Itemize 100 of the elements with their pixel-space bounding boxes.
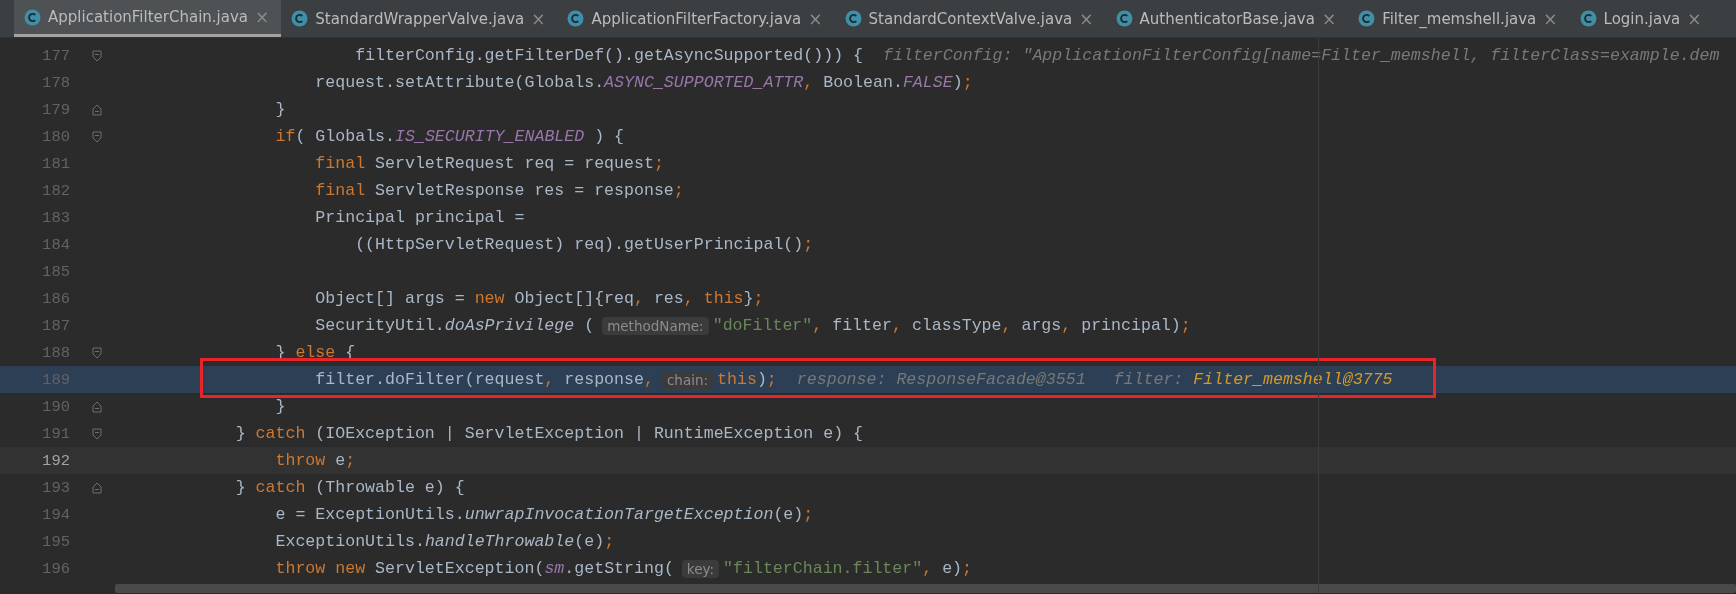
code-token: Object[]{req (513, 289, 634, 308)
scrollbar[interactable] (115, 584, 1736, 593)
code-token: classType (910, 316, 1002, 335)
code-token: ExceptionUtils. (274, 532, 425, 551)
line-number: 193 (41, 478, 70, 497)
line-number: 190 (41, 397, 70, 416)
fold-icon[interactable] (92, 400, 102, 413)
class-icon (567, 10, 585, 27)
fold-icon[interactable] (92, 346, 102, 359)
close-icon[interactable]: × (1687, 8, 1702, 29)
code-token: .getString( (564, 559, 674, 578)
code-token: filter (831, 316, 892, 335)
code-token: ; (803, 505, 814, 524)
code-token: , (812, 316, 823, 335)
fold-icon[interactable] (92, 481, 102, 494)
close-icon[interactable]: × (255, 7, 270, 27)
code-token: this (717, 370, 757, 389)
code-token: new (474, 289, 505, 308)
code-token: ASYNC_SUPPORTED_ATTR (604, 73, 804, 92)
line-number: 186 (41, 289, 70, 308)
code-token: , (1061, 316, 1072, 335)
line-number: 177 (41, 46, 70, 65)
code-token: } (234, 478, 246, 497)
fold-icon[interactable] (92, 49, 102, 62)
editor-tab[interactable]: StandardWrapperValve.java × (281, 0, 558, 37)
editor-tab[interactable]: Filter_memshell.java × (1348, 0, 1570, 37)
class-icon (291, 10, 309, 27)
line-number: 180 (41, 127, 70, 146)
code-token: catch (254, 478, 306, 497)
editor-tab[interactable]: ApplicationFilterChain.java × (14, 0, 282, 37)
code-token: Object[] args = (314, 289, 466, 308)
class-icon (844, 10, 862, 27)
code-token: e = ExceptionUtils. (274, 505, 465, 524)
code-token: ) (952, 73, 963, 92)
code-token: this (702, 289, 744, 308)
parameter-hint: chain: (661, 370, 714, 389)
code-token: ) { (593, 127, 625, 146)
code-token: ) (756, 370, 767, 389)
close-icon[interactable]: × (531, 8, 546, 29)
parameter-hint: methodName: (602, 316, 709, 335)
code-token: IS_SECURITY_ENABLED (395, 127, 585, 146)
code-token: unwrapInvocationTargetException (464, 505, 774, 524)
code-token: (Throwable e) { (314, 478, 465, 497)
code-token: Principal principal = (314, 208, 525, 227)
parameter-hint: key: (681, 559, 720, 578)
code-token: filter.doFilter(request (314, 370, 545, 389)
editor-tab[interactable]: ApplicationFilterFactory.java × (557, 0, 835, 37)
code-token: ( Globals. (295, 127, 395, 146)
debug-value: response: ResponseFacade@3551 (796, 370, 1086, 389)
code-token: ; (653, 154, 664, 173)
code-token: , (1001, 316, 1012, 335)
code-token: ; (753, 289, 764, 308)
code-token: ; (803, 235, 814, 254)
code-token: , (683, 289, 694, 308)
close-icon[interactable]: × (1079, 8, 1094, 29)
debug-value: Filter_memshell@3775 (1193, 370, 1393, 389)
line-number: 182 (41, 181, 70, 200)
code-token: final (314, 181, 366, 200)
code-token: "doFilter" (712, 316, 813, 335)
code-token: if (274, 127, 296, 146)
code-token: , (922, 559, 933, 578)
code-token: FALSE (902, 73, 953, 92)
code-token: throw (274, 451, 326, 470)
code-token: ; (604, 532, 615, 551)
line-number: 183 (41, 208, 70, 227)
code-token: catch (254, 424, 306, 443)
line-number: 179 (41, 100, 70, 119)
fold-icon[interactable] (92, 103, 102, 116)
code-token: (e) (773, 505, 804, 524)
code-token: } (274, 397, 286, 416)
code-token: , (634, 289, 644, 308)
code-token: } (743, 289, 754, 308)
fold-icon[interactable] (92, 130, 102, 143)
code-token: ( (583, 316, 595, 335)
editor-tab[interactable]: StandardContextValve.java × (834, 0, 1106, 37)
class-icon (1115, 10, 1133, 27)
close-icon[interactable]: × (1321, 8, 1337, 29)
line-number: 188 (41, 343, 70, 362)
close-icon[interactable]: × (808, 8, 823, 29)
code-token: SecurityUtil. (314, 316, 445, 335)
line-number: 196 (41, 559, 70, 578)
editor-tab[interactable]: AuthenticatorBase.java × (1105, 0, 1349, 37)
editor-tab[interactable]: Login.java × (1569, 0, 1714, 37)
code-token: response (563, 370, 644, 389)
code-token: throw new (274, 559, 366, 578)
line-number: 191 (41, 424, 70, 443)
fold-icon[interactable] (92, 427, 102, 440)
code-token: e) (941, 559, 963, 578)
line-number: 195 (41, 532, 70, 551)
code-token: ((HttpServletRequest) req).getUserPrincipal() (354, 235, 804, 254)
close-icon[interactable]: × (1543, 8, 1558, 29)
code-token: (e) (574, 532, 605, 551)
code-token: filterConfig.getFilterDef().getAsyncSupported())) { (354, 46, 863, 65)
class-icon (24, 8, 41, 26)
class-icon (1358, 10, 1376, 27)
code-token: ; (673, 181, 684, 200)
code-token: e (334, 451, 346, 470)
debug-value: filterConfig: "ApplicationFilterConfig[name=Filter_memshell, filterClass=example.dem (883, 46, 1720, 65)
code-token: (IOException | ServletException | RuntimeException e) { (314, 424, 864, 443)
code-token: ; (766, 370, 777, 389)
